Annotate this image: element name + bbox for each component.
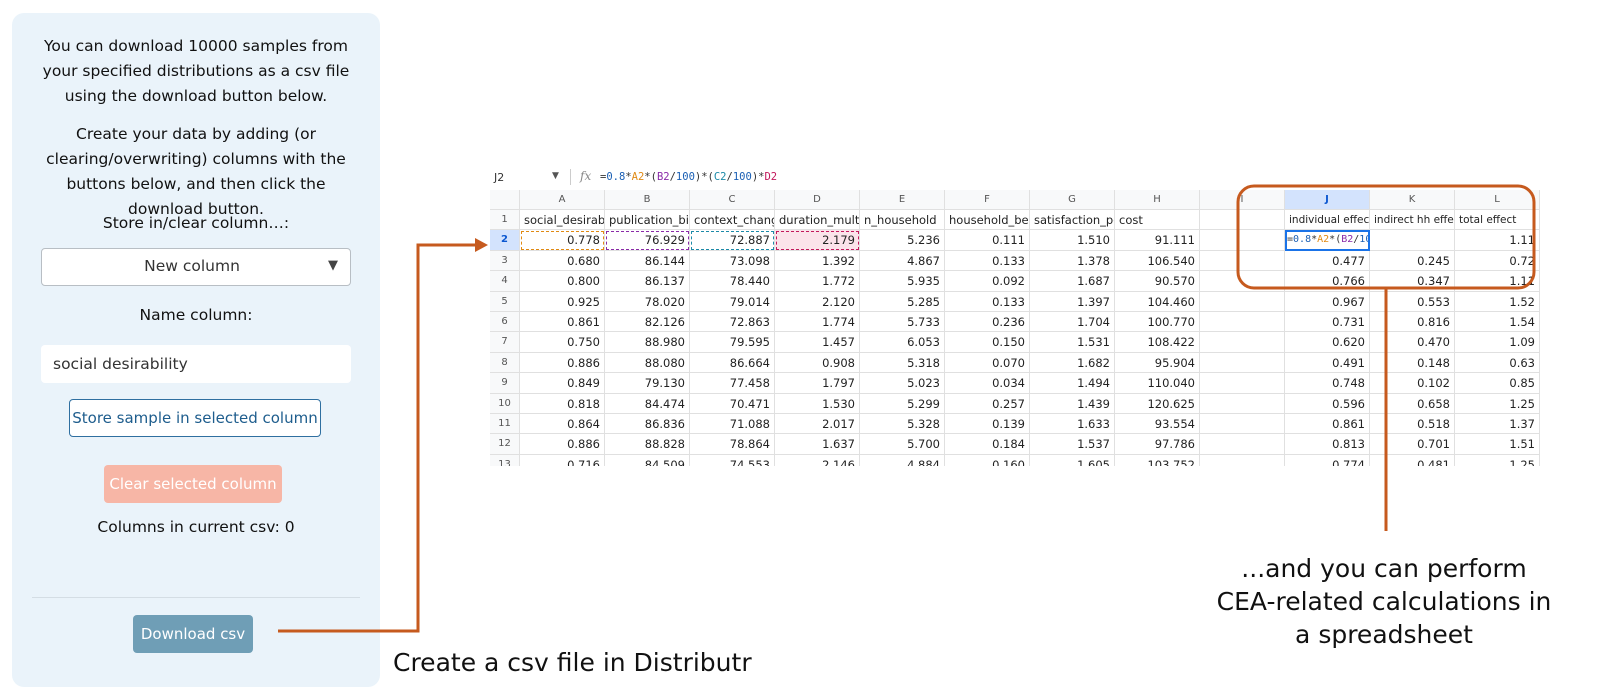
arrow-left — [278, 243, 476, 633]
caption-left: Create a csv file in Distributr — [393, 648, 752, 677]
arrowhead-icon — [475, 238, 488, 252]
caption-right: ...and you can perform CEA-related calcu… — [1216, 554, 1552, 649]
highlight-box — [1236, 184, 1536, 290]
